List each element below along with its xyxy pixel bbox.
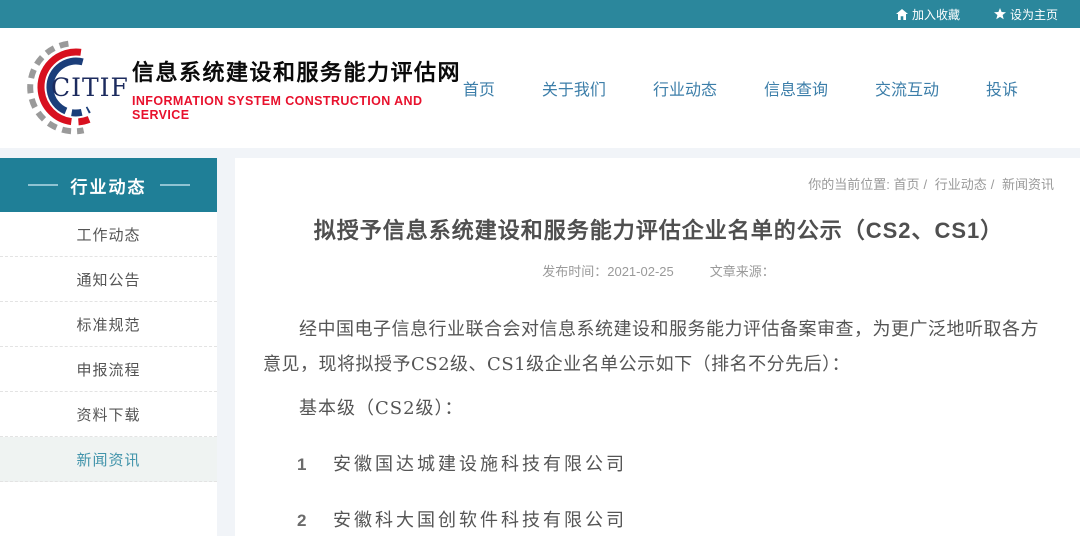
site-header: CITIF 信息系统建设和服务能力评估网 INFORMATION SYSTEM … [0,28,1080,148]
set-homepage-label: 设为主页 [1009,7,1058,22]
sidebar-item-standards[interactable]: 标准规范 [0,302,217,347]
article-body: 经中国电子信息行业联合会对信息系统建设和服务能力评估备案审查，为更广泛地听取各方… [263,312,1054,532]
breadcrumb-news[interactable]: 新闻资讯 [1002,177,1054,192]
sidebar-item-application-process[interactable]: 申报流程 [0,347,217,392]
sidebar-item-downloads[interactable]: 资料下载 [0,392,217,437]
article-source: 文章来源： [709,264,775,279]
site-title-block: 信息系统建设和服务能力评估网 INFORMATION SYSTEM CONSTR… [132,55,463,122]
nav-item-info-query[interactable]: 信息查询 [764,76,828,100]
star-icon [993,8,1006,20]
nav-item-about[interactable]: 关于我们 [542,76,606,100]
logo-acronym: CITIF [51,73,129,102]
sidebar-title: 行业动态 [0,158,217,212]
logo-swoosh-icon [14,40,124,143]
home-icon [895,8,908,20]
article-title: 拟授予信息系统建设和服务能力评估企业名单的公示（CS2、CS1） [313,218,1004,243]
breadcrumb-separator: / [923,177,928,192]
sidebar-item-news[interactable]: 新闻资讯 [0,437,217,482]
company-index: 2 [297,511,307,531]
company-row: 1 安徽国达城建设施科技有限公司 [297,450,1054,476]
sidebar: 行业动态 工作动态 通知公告 标准规范 申报流程 资料下载 新闻资讯 [0,158,217,536]
main-content: 你的当前位置: 首页 / 行业动态 / 新闻资讯 拟授予信息系统建设和服务能力评估企… [235,158,1080,536]
sidebar-title-line-right [159,184,190,186]
nav-item-industry-news[interactable]: 行业动态 [653,76,717,100]
add-favorite-link[interactable]: 加入收藏 [895,6,960,23]
site-logo[interactable]: CITIF [14,37,128,139]
site-subtitle: INFORMATION SYSTEM CONSTRUCTION AND SERV… [132,93,423,122]
nav-item-complaint[interactable]: 投诉 [986,76,1018,100]
top-utility-bar: 加入收藏 设为主页 [0,0,1080,28]
add-favorite-label: 加入收藏 [911,7,960,22]
breadcrumb-industry-news[interactable]: 行业动态 [935,177,987,192]
article-paragraph: 经中国电子信息行业联合会对信息系统建设和服务能力评估备案审查，为更广泛地听取各方… [263,319,1039,376]
breadcrumb-home[interactable]: 首页 [893,177,919,192]
company-name: 安徽科大国创软件科技有限公司 [333,510,627,532]
article-meta: 发布时间：2021-02-25 文章来源： [263,261,1054,280]
breadcrumb: 你的当前位置: 首页 / 行业动态 / 新闻资讯 [263,174,1054,193]
publish-date: 发布时间：2021-02-25 [542,264,674,279]
sidebar-item-notices[interactable]: 通知公告 [0,257,217,302]
article-paragraph: 基本级（CS2级）： [299,398,464,420]
main-nav: 首页 关于我们 行业动态 信息查询 交流互动 投诉 [463,76,1044,100]
company-name: 安徽国达城建设施科技有限公司 [333,454,627,476]
site-name: 信息系统建设和服务能力评估网 [132,59,462,85]
sidebar-title-label: 行业动态 [70,177,147,197]
company-row: 2 安徽科大国创软件科技有限公司 [297,506,1054,532]
breadcrumb-separator: / [990,177,995,192]
breadcrumb-label: 你的当前位置: [808,177,890,192]
nav-item-exchange[interactable]: 交流互动 [875,76,939,100]
company-index: 1 [297,455,307,475]
set-homepage-link[interactable]: 设为主页 [993,6,1058,23]
sidebar-item-work-trends[interactable]: 工作动态 [0,212,217,257]
sidebar-title-line-left [27,184,58,186]
content-layout: 行业动态 工作动态 通知公告 标准规范 申报流程 资料下载 新闻资讯 你的当前位… [0,158,1080,536]
nav-item-home[interactable]: 首页 [463,76,495,100]
